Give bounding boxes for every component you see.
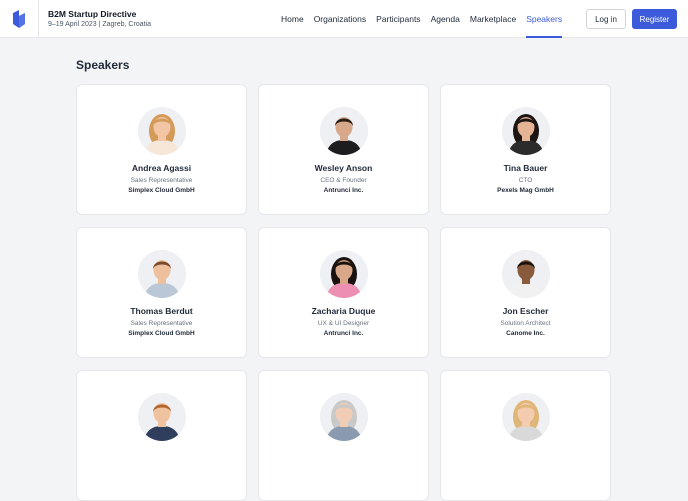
login-button[interactable]: Log in	[586, 9, 626, 29]
event-title: B2M Startup Directive	[48, 9, 137, 19]
nav-marketplace[interactable]: Marketplace	[470, 0, 516, 38]
avatar-portrait-icon	[320, 107, 368, 155]
speaker-name: Thomas Berdut	[130, 306, 193, 316]
speaker-role: CTO	[518, 177, 533, 184]
logo[interactable]	[0, 0, 39, 38]
speaker-card[interactable]: Jon Escher Solution Architect Canome Inc.	[440, 227, 611, 358]
event-meta: 9–19 April 2023 | Zagreb, Croatia	[48, 21, 151, 28]
speaker-card[interactable]	[440, 370, 611, 501]
main-nav: Home Organizations Participants Agenda M…	[281, 0, 572, 38]
speaker-company: Antrunci Inc.	[323, 330, 364, 337]
speaker-role: Sales Representative	[130, 177, 193, 184]
speaker-card[interactable]	[258, 370, 429, 501]
speaker-name: Zacharia Duque	[311, 306, 376, 316]
speaker-company: Canome Inc.	[506, 330, 545, 337]
speaker-avatar	[320, 250, 368, 298]
avatar-portrait-icon	[138, 393, 186, 441]
nav-home[interactable]: Home	[281, 0, 304, 38]
avatar-portrait-icon	[320, 250, 368, 298]
speaker-avatar	[138, 107, 186, 155]
speaker-company: Pexels Mag GmbH	[497, 187, 554, 194]
speaker-card[interactable]: Zacharia Duque UX & UI Designer Antrunci I…	[258, 227, 429, 358]
speaker-card[interactable]: Thomas Berdut Sales Representative Simplex…	[76, 227, 247, 358]
speaker-name: Jon Escher	[502, 306, 549, 316]
speaker-card[interactable]: Andrea Agassi Sales Representative Simplex…	[76, 84, 247, 215]
speaker-card[interactable]	[76, 370, 247, 501]
speaker-role: Solution Architect	[500, 320, 551, 327]
speaker-avatar	[138, 393, 186, 441]
speaker-avatar	[320, 107, 368, 155]
speaker-role: UX & UI Designer	[317, 320, 370, 327]
nav-agenda[interactable]: Agenda	[431, 0, 460, 38]
speaker-name: Andrea Agassi	[131, 163, 192, 173]
nav-participants[interactable]: Participants	[376, 0, 420, 38]
page-title: Speakers	[76, 58, 130, 72]
speaker-card[interactable]: Tina Bauer CTO Pexels Mag GmbH	[440, 84, 611, 215]
speaker-name: Wesley Anson	[314, 163, 373, 173]
avatar-portrait-icon	[502, 107, 550, 155]
speaker-avatar	[502, 107, 550, 155]
speaker-company: Simplex Cloud GmbH	[128, 330, 195, 337]
speaker-avatar	[502, 393, 550, 441]
speaker-name: Tina Bauer	[503, 163, 548, 173]
nav-organizations[interactable]: Organizations	[314, 0, 366, 38]
avatar-portrait-icon	[138, 107, 186, 155]
speakers-grid: Andrea Agassi Sales Representative Simplex…	[76, 84, 611, 501]
speaker-avatar	[502, 250, 550, 298]
avatar-portrait-icon	[502, 393, 550, 441]
speaker-role: CEO & Founder	[320, 177, 367, 184]
nav-speakers[interactable]: Speakers	[526, 0, 562, 38]
avatar-portrait-icon	[138, 250, 186, 298]
logo-icon	[13, 10, 25, 28]
speaker-avatar	[138, 250, 186, 298]
speaker-role: Sales Representative	[130, 320, 193, 327]
speaker-avatar	[320, 393, 368, 441]
speaker-card[interactable]: Wesley Anson CEO & Founder Antrunci Inc.	[258, 84, 429, 215]
speaker-company: Antrunci Inc.	[323, 187, 364, 194]
avatar-portrait-icon	[502, 250, 550, 298]
speaker-company: Simplex Cloud GmbH	[128, 187, 195, 194]
register-button[interactable]: Register	[632, 9, 677, 29]
avatar-portrait-icon	[320, 393, 368, 441]
top-header: B2M Startup Directive 9–19 April 2023 | …	[0, 0, 688, 38]
